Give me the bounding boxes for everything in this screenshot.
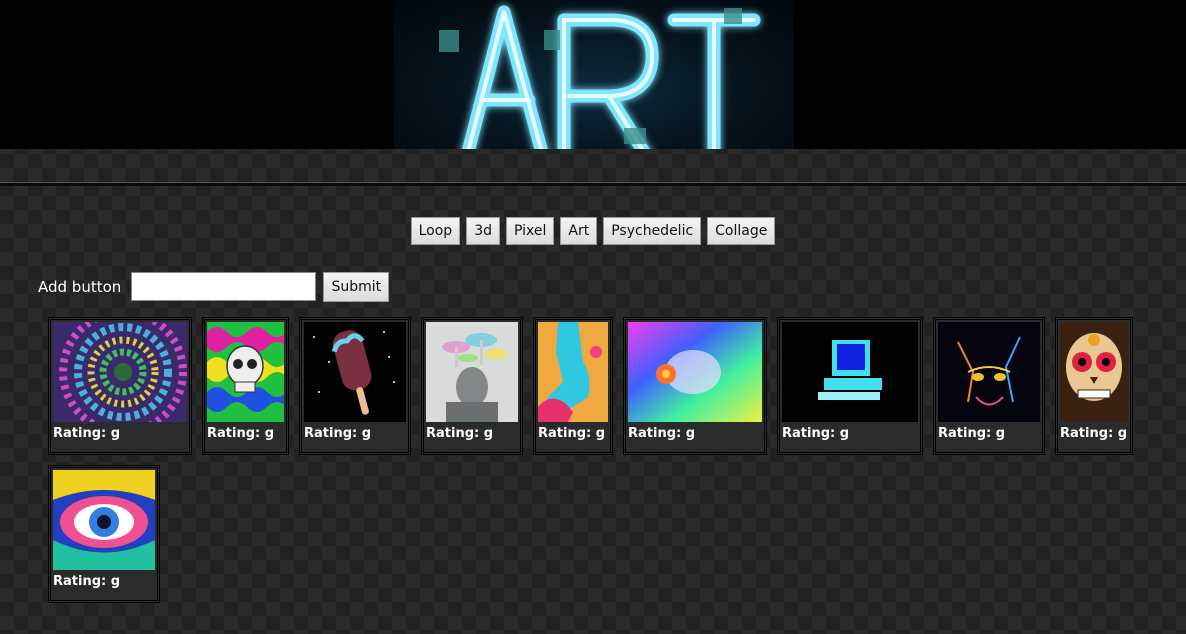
topic-button-pixel[interactable]: Pixel [506,217,555,245]
neon-art-logo [394,0,794,149]
gif-card[interactable]: Rating: g [48,465,160,603]
header-banner [0,0,1186,149]
topic-button-3d[interactable]: 3d [466,217,500,245]
header-divider [0,182,1186,186]
hand-pop-art-image[interactable] [538,322,608,422]
rainbow-dog-image[interactable] [628,322,762,422]
retro-computer-image[interactable] [782,322,918,422]
popsicle-space-image[interactable] [304,322,406,422]
topic-button-psychedelic[interactable]: Psychedelic [603,217,702,245]
rating-label: Rating: g [538,426,606,441]
gif-card[interactable]: Rating: g [533,317,613,455]
rating-label: Rating: g [207,426,275,441]
rating-label: Rating: g [53,426,121,441]
neon-cat-image[interactable] [938,322,1040,422]
gif-card[interactable]: Rating: g [777,317,923,455]
rating-label: Rating: g [938,426,1006,441]
submit-button[interactable]: Submit [323,272,390,302]
psychedelic-eye-image[interactable] [53,470,155,570]
gif-card[interactable]: Rating: g [299,317,411,455]
gif-card[interactable]: Rating: g [1055,317,1133,455]
topic-button-loop[interactable]: Loop [410,217,461,245]
rating-label: Rating: g [628,426,696,441]
gif-card[interactable]: Rating: g [202,317,289,455]
rating-label: Rating: g [426,426,494,441]
add-topic-input[interactable] [131,272,317,301]
gif-card[interactable]: Rating: g [421,317,523,455]
rating-label: Rating: g [782,426,850,441]
gif-card[interactable]: Rating: g [623,317,767,455]
gif-card[interactable]: Rating: g [933,317,1045,455]
mushroom-head-image[interactable] [426,322,518,422]
gif-gallery: Rating: g Rating: g Rating: g Rating: g … [48,317,1158,613]
rating-label: Rating: g [1060,426,1128,441]
rating-label: Rating: g [304,426,372,441]
topic-button-bar: Loop 3d Pixel Art Psychedelic Collage [0,217,1186,245]
add-topic-form: Add button Submit [38,272,390,302]
topic-button-art[interactable]: Art [560,217,598,245]
psychedelic-spiral-image[interactable] [53,322,187,422]
rating-label: Rating: g [53,574,121,589]
topic-button-collage[interactable]: Collage [707,217,776,245]
sugar-skull-image[interactable] [1060,322,1128,422]
skull-waves-image[interactable] [207,322,284,422]
gif-card[interactable]: Rating: g [48,317,192,455]
add-button-label: Add button [38,278,122,296]
